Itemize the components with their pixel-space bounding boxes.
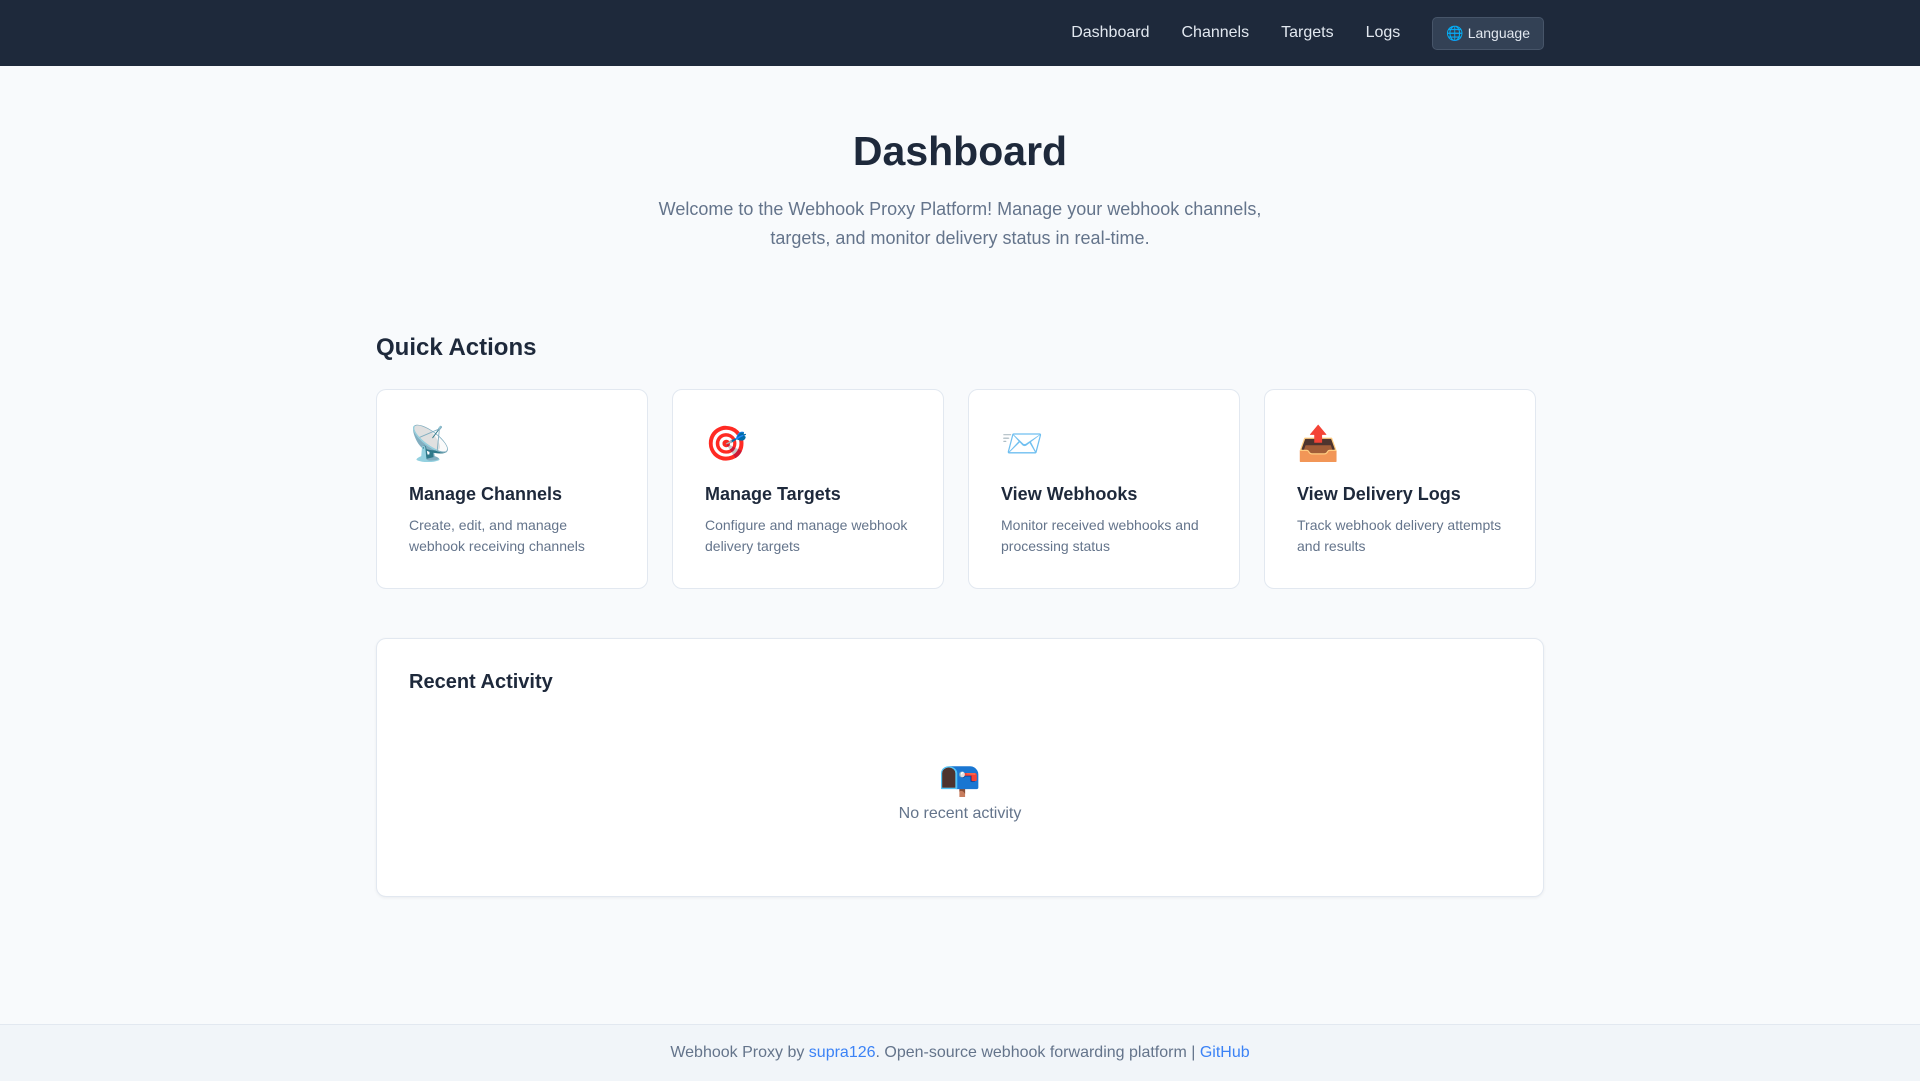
main-nav: Dashboard Channels Targets Logs 🌐 Langua… xyxy=(1071,0,1544,66)
language-label: Language xyxy=(1467,25,1530,41)
footer: Webhook Proxy by supra126. Open-source w… xyxy=(0,1024,1920,1081)
page-title: Dashboard xyxy=(852,128,1068,174)
card-description: Configure and manage webhook delivery ta… xyxy=(705,517,908,554)
card-description: Track webhook delivery attempts and resu… xyxy=(1297,517,1502,554)
nav-targets[interactable]: Targets xyxy=(1281,24,1333,42)
github-link[interactable]: GitHub xyxy=(1200,1044,1250,1062)
card-view-delivery-logs[interactable]: 📤 View Delivery Logs Track webhook deliv… xyxy=(1264,389,1536,589)
outbox-tray-icon: 📤 xyxy=(1297,425,1340,463)
card-description: Monitor received webhooks and processing… xyxy=(1001,517,1199,554)
empty-state: 📭 No recent activity xyxy=(377,759,1543,823)
nav-dashboard[interactable]: Dashboard xyxy=(1071,24,1149,42)
card-title: Manage Channels xyxy=(409,484,563,504)
nav-channels[interactable]: Channels xyxy=(1181,24,1249,42)
quick-actions-grid: 📡 Manage Channels Create, edit, and mana… xyxy=(376,389,1544,589)
card-description: Create, edit, and manage webhook receivi… xyxy=(409,517,585,554)
globe-icon: 🌐 xyxy=(1446,24,1464,41)
card-title: Manage Targets xyxy=(705,484,841,504)
language-button[interactable]: 🌐 Language xyxy=(1432,16,1544,50)
recent-activity-title: Recent Activity xyxy=(409,671,553,693)
satellite-dish-icon: 📡 xyxy=(409,425,452,463)
footer-middle: . Open-source webhook forwarding platfor… xyxy=(875,1044,1196,1061)
author-link[interactable]: supra126 xyxy=(809,1044,876,1062)
page-subtitle: Welcome to the Webhook Proxy Platform! M… xyxy=(658,199,1262,248)
card-manage-channels[interactable]: 📡 Manage Channels Create, edit, and mana… xyxy=(376,389,648,589)
mailbox-icon: 📭 xyxy=(938,760,982,798)
top-navbar: Dashboard Channels Targets Logs 🌐 Langua… xyxy=(0,0,1920,66)
target-icon: 🎯 xyxy=(705,425,748,463)
card-manage-targets[interactable]: 🎯 Manage Targets Configure and manage we… xyxy=(672,389,944,589)
empty-message: No recent activity xyxy=(898,805,1022,822)
incoming-envelope-icon: 📨 xyxy=(1001,425,1044,463)
card-title: View Delivery Logs xyxy=(1297,484,1461,504)
card-view-webhooks[interactable]: 📨 View Webhooks Monitor received webhook… xyxy=(968,389,1240,589)
quick-actions-title: Quick Actions xyxy=(376,334,537,361)
footer-prefix: Webhook Proxy by xyxy=(670,1044,805,1061)
card-title: View Webhooks xyxy=(1001,484,1138,504)
recent-activity-panel: Recent Activity 📭 No recent activity xyxy=(376,638,1544,897)
hero-section: Dashboard Welcome to the Webhook Proxy P… xyxy=(0,128,1920,253)
nav-logs[interactable]: Logs xyxy=(1366,24,1401,42)
